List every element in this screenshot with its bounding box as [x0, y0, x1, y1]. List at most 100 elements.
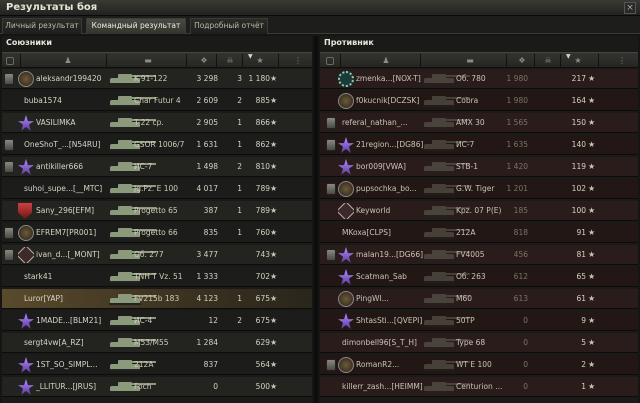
xp-column-icon[interactable]: ★: [254, 56, 266, 65]
player-name[interactable]: Sany_296[EFM]: [36, 206, 116, 216]
ally-row[interactable]: 1MADE...[BLM21] ИС-4 12 2 675 ★: [2, 311, 312, 331]
ally-row[interactable]: suhoi_supe...[__MTC] Jg.Pz. E 100 4 017 1 78…: [2, 179, 312, 199]
ally-row[interactable]: 1ST_SO_SIMPL... 212A 837 564 ★: [2, 355, 312, 375]
squad-badge-icon: [326, 249, 336, 261]
xp-value: 1: [581, 382, 586, 391]
column-divider: [534, 54, 535, 68]
player-column-icon[interactable]: ♟: [380, 56, 392, 65]
squad-badge-icon: [4, 249, 14, 261]
player-icon-slot: [18, 225, 34, 241]
info-column-icon[interactable]: ⋮: [292, 56, 304, 65]
player-name[interactable]: OneShoT_...[N54RU]: [24, 140, 110, 150]
damage-column-icon[interactable]: ❖: [198, 56, 210, 65]
vehicle-name: 212A: [134, 360, 154, 369]
enemy-row[interactable]: Keyworld Kpz. 07 P(E) 185 100 ★: [320, 201, 638, 221]
tab-team-result[interactable]: Командный результат: [86, 18, 186, 34]
ally-row[interactable]: sergt4vw[A_RZ] M53/M55 1 284 629 ★: [2, 333, 312, 353]
star-icon: ★: [588, 74, 596, 83]
player-name[interactable]: suhoi_supe...[__MTC]: [24, 184, 110, 194]
enemy-row[interactable]: f0kucnik[DCZSK] Cobra 1 980 164 ★: [320, 91, 638, 111]
player-name[interactable]: VASILIMKA: [36, 118, 116, 128]
close-button[interactable]: ×: [624, 2, 636, 14]
player-name[interactable]: _LLITUR...[JRUS]: [36, 382, 116, 392]
player-name[interactable]: ivan_d...[_MONT]: [36, 250, 116, 260]
info-column-icon[interactable]: ⋮: [616, 56, 628, 65]
xp-column-icon[interactable]: ★: [572, 56, 584, 65]
ally-row[interactable]: buba1574 Char Futur 4 2 609 2 885 ★: [2, 91, 312, 111]
rank-star-icon: [338, 313, 354, 329]
enemy-row[interactable]: Scatman_Sab Об. 263 612 65 ★: [320, 267, 638, 287]
ally-row[interactable]: OneShoT_...[N54RU] GSOR 1006/7 1 631 1 862 ★: [2, 135, 312, 155]
squad-column-icon[interactable]: [6, 57, 14, 65]
star-icon: ★: [588, 250, 596, 259]
vehicle-name: Progetto 65: [134, 206, 178, 215]
player-name[interactable]: EFREM7[PR001]: [36, 228, 116, 238]
vehicle-column-icon[interactable]: ▬: [142, 56, 154, 65]
tab-personal-result[interactable]: Личный результат: [2, 18, 82, 34]
star-icon: ★: [588, 206, 596, 215]
xp-value: 81: [576, 250, 586, 259]
enemy-row[interactable]: ShtasSti...[QVEPI] 50TP 0 9 ★: [320, 311, 638, 331]
column-divider: [340, 54, 341, 68]
player-name[interactable]: 1MADE...[BLM21]: [36, 316, 116, 326]
ally-row[interactable]: aleksandr199420 K-91-122 3 298 3 1 180 ★: [2, 69, 312, 89]
player-name[interactable]: sergt4vw[A_RZ]: [24, 338, 110, 348]
enemy-row[interactable]: pupsochka_bo... G.W. Tiger 1 201 102 ★: [320, 179, 638, 199]
enemy-row[interactable]: killerr_zash...[HEIMM] Centurion ... 0 1 ★: [320, 377, 638, 397]
xp-value: 885: [255, 96, 270, 105]
player-column-icon[interactable]: ♟: [62, 56, 74, 65]
enemy-row[interactable]: MKoxa[CLPS] 212A 818 91 ★: [320, 223, 638, 243]
ally-row[interactable]: antikiller666 ИС-7 1 498 2 810 ★: [2, 157, 312, 177]
column-divider: [216, 54, 217, 68]
frags-value: 1: [237, 294, 242, 303]
ally-row[interactable]: VASILIMKA T-22 ср. 2 905 1 866 ★: [2, 113, 312, 133]
tab-detailed-report[interactable]: Подробный отчёт: [190, 18, 268, 34]
star-icon: ★: [270, 74, 278, 83]
frags-value: 2: [237, 162, 242, 171]
player-name[interactable]: Luror[YAP]: [24, 294, 110, 304]
enemy-row[interactable]: dimonbell96[S_T_H] Type 68 0 5 ★: [320, 333, 638, 353]
damage-value: 3 477: [196, 250, 218, 259]
xp-value: 866: [255, 118, 270, 127]
damage-value: 0: [523, 360, 528, 369]
ally-row[interactable]: EFREM7[PR001] Progetto 66 835 1 760 ★: [2, 223, 312, 243]
enemies-column-header: ♟ ▬ ❖ ☠ ▼ ★ ⋮: [320, 52, 638, 68]
player-name[interactable]: 1ST_SO_SIMPL...: [36, 360, 116, 370]
ally-row[interactable]: ivan_d...[_MONT] Об. 277 3 477 743 ★: [2, 245, 312, 265]
damage-value: 4 017: [196, 184, 218, 193]
vehicle-name: Foch: [134, 382, 152, 391]
vehicle-column-icon[interactable]: ▬: [464, 56, 476, 65]
enemy-row[interactable]: RomanR2... WT E 100 0 2 ★: [320, 355, 638, 375]
star-icon: ★: [588, 338, 596, 347]
enemy-row[interactable]: 21region...[DG86] ИС-7 1 635 140 ★: [320, 135, 638, 155]
rank-star-icon: [338, 137, 354, 153]
enemy-row[interactable]: PingWI... M60 613 61 ★: [320, 289, 638, 309]
ally-row[interactable]: Luror[YAP] FV215b 183 4 123 1 675 ★: [2, 289, 312, 309]
ally-row[interactable]: Sany_296[EFM] Progetto 65 387 1 789 ★: [2, 201, 312, 221]
squad-badge-icon: [326, 139, 336, 151]
ally-row[interactable]: _LLITUR...[JRUS] Foch 0 500 ★: [2, 377, 312, 397]
player-name[interactable]: aleksandr199420: [36, 74, 116, 84]
player-name[interactable]: antikiller666: [36, 162, 116, 172]
damage-column-icon[interactable]: ❖: [516, 56, 528, 65]
player-name[interactable]: buba1574: [24, 96, 110, 106]
damage-value: 4 123: [196, 294, 218, 303]
frags-column-icon[interactable]: ☠: [224, 56, 236, 65]
star-icon: ★: [588, 118, 596, 127]
vehicle-name: G.W. Tiger: [456, 184, 495, 193]
star-icon: ★: [270, 184, 278, 193]
player-icon-slot: [18, 159, 34, 175]
rank-star-icon: [338, 269, 354, 285]
enemy-row[interactable]: zmenka...[NOX-T] Об. 780 1 980 217 ★: [320, 69, 638, 89]
ally-row[interactable]: stark41 TNH T Vz. 51 1 333 702 ★: [2, 267, 312, 287]
player-name[interactable]: stark41: [24, 272, 110, 282]
enemy-row[interactable]: bor009[VWA] STB-1 1 420 119 ★: [320, 157, 638, 177]
enemy-row[interactable]: referal_nathan_... AMX 30 1 565 150 ★: [320, 113, 638, 133]
frags-value: 2: [237, 316, 242, 325]
frags-column-icon[interactable]: ☠: [542, 56, 554, 65]
player-icon-slot: [338, 93, 354, 109]
xp-value: 5: [581, 338, 586, 347]
clan-emblem-icon: [338, 181, 354, 197]
squad-column-icon[interactable]: [326, 57, 334, 65]
enemy-row[interactable]: malan19...[DG66] FV4005 456 81 ★: [320, 245, 638, 265]
